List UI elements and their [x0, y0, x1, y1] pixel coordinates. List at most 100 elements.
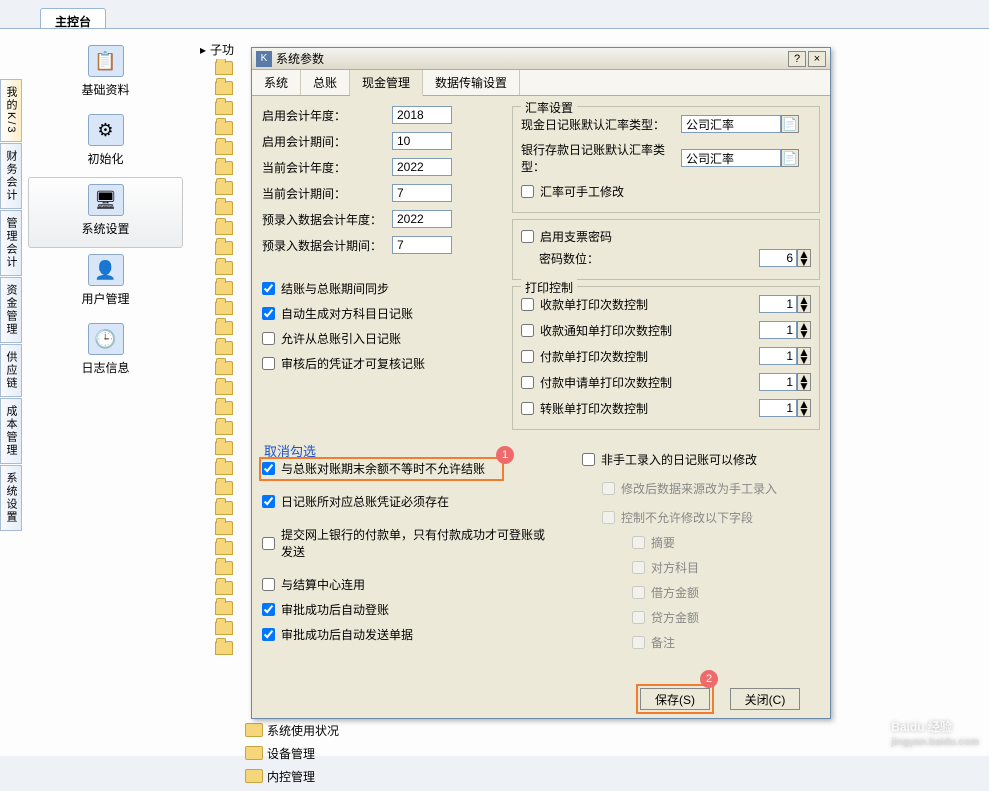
folder-icon[interactable] [215, 581, 233, 595]
chk-balance-mismatch-block[interactable] [262, 462, 275, 475]
chk-print-transfer[interactable] [521, 402, 534, 415]
spinner-buttons[interactable]: ▲▼ [797, 399, 811, 417]
chk-enable-cheque-pwd[interactable] [521, 230, 534, 243]
bank-rate-combo[interactable] [681, 149, 781, 167]
tree-item-internal[interactable]: 内控管理 [245, 768, 339, 785]
side-tab-finance[interactable]: 财务会计 [0, 143, 22, 209]
side-tab-mgmt-acct[interactable]: 管理会计 [0, 210, 22, 276]
nav-log[interactable]: 🕒日志信息 [28, 317, 183, 386]
spinner-buttons[interactable]: ▲▼ [797, 347, 811, 365]
lookup-button[interactable]: 📄 [781, 149, 799, 167]
help-button[interactable]: ? [788, 51, 806, 67]
close-button[interactable]: × [808, 51, 826, 67]
side-tab-my-k3[interactable]: 我的K/3 [0, 79, 22, 142]
chk-print-payment-req[interactable] [521, 376, 534, 389]
folder-icon[interactable] [215, 181, 233, 195]
folder-icon[interactable] [215, 621, 233, 635]
nav-basic-data[interactable]: 📋基础资料 [28, 39, 183, 108]
log-icon: 🕒 [88, 323, 124, 355]
chk-field-opposite [632, 561, 645, 574]
folder-icon[interactable] [215, 461, 233, 475]
spinner-buttons[interactable]: ▲▼ [797, 295, 811, 313]
nav-label: 用户管理 [28, 290, 183, 307]
folder-icon[interactable] [215, 281, 233, 295]
tab-system[interactable]: 系统 [252, 70, 301, 95]
pwd-digits-spinner[interactable] [759, 249, 797, 267]
side-tab-cost[interactable]: 成本管理 [0, 398, 22, 464]
print-count-spinner[interactable] [759, 321, 797, 339]
print-count-spinner[interactable] [759, 295, 797, 313]
chk-label: 付款单打印次数控制 [540, 348, 648, 365]
folder-icon[interactable] [215, 501, 233, 515]
chk-print-payment[interactable] [521, 350, 534, 363]
spinner-buttons[interactable]: ▲▼ [797, 373, 811, 391]
tree-item-usage[interactable]: 系统使用状况 [245, 722, 339, 739]
dialog-titlebar[interactable]: K 系统参数 ? × [252, 48, 830, 70]
folder-icon[interactable] [215, 481, 233, 495]
chk-print-receipt[interactable] [521, 298, 534, 311]
side-tab-fund[interactable]: 资金管理 [0, 277, 22, 343]
side-tab-supply[interactable]: 供应链 [0, 344, 22, 397]
folder-icon[interactable] [215, 561, 233, 575]
chk-audit-before-post[interactable] [262, 357, 275, 370]
folder-icon[interactable] [215, 541, 233, 555]
folder-icon[interactable] [215, 401, 233, 415]
tab-cash-mgmt[interactable]: 现金管理 [350, 70, 423, 96]
chk-label: 付款申请单打印次数控制 [540, 374, 672, 391]
spinner-buttons[interactable]: ▲▼ [797, 321, 811, 339]
tab-data-transfer[interactable]: 数据传输设置 [423, 70, 520, 95]
close-dialog-button[interactable]: 关闭(C) [730, 688, 800, 710]
tab-ledger[interactable]: 总账 [301, 70, 350, 95]
folder-icon[interactable] [215, 241, 233, 255]
nav-init[interactable]: ⚙初始化 [28, 108, 183, 177]
print-count-spinner[interactable] [759, 399, 797, 417]
chk-sync-period[interactable] [262, 282, 275, 295]
chk-allow-import[interactable] [262, 332, 275, 345]
cash-rate-combo[interactable] [681, 115, 781, 133]
chk-auto-post-after-approve[interactable] [262, 603, 275, 616]
chk-print-receipt-notice[interactable] [521, 324, 534, 337]
folder-icon[interactable] [215, 261, 233, 275]
print-count-spinner[interactable] [759, 347, 797, 365]
folder-icon[interactable] [215, 441, 233, 455]
folder-icon[interactable] [215, 121, 233, 135]
tree-root[interactable]: 子功 [200, 41, 234, 58]
chk-auto-send-after-approve[interactable] [262, 628, 275, 641]
nav-system-settings[interactable]: 🖥系统设置 [28, 177, 183, 248]
folder-icon[interactable] [215, 321, 233, 335]
folder-icon[interactable] [215, 141, 233, 155]
folder-icon[interactable] [215, 341, 233, 355]
folder-icon[interactable] [215, 101, 233, 115]
folder-icon[interactable] [215, 381, 233, 395]
chk-field-credit [632, 611, 645, 624]
folder-icon[interactable] [215, 221, 233, 235]
chk-label: 修改后数据来源改为手工录入 [621, 480, 777, 497]
folder-icon[interactable] [215, 641, 233, 655]
nav-user-mgmt[interactable]: 👤 用户管理 [28, 248, 183, 317]
folder-icon[interactable] [215, 421, 233, 435]
user-mgmt-icon: 👤 [88, 254, 124, 286]
chk-voucher-must-exist[interactable] [262, 495, 275, 508]
chk-non-manual-editable[interactable] [582, 453, 595, 466]
print-count-spinner[interactable] [759, 373, 797, 391]
chk-auto-gen-journal[interactable] [262, 307, 275, 320]
folder-icon[interactable] [215, 81, 233, 95]
preentry-year-field: 2022 [392, 210, 452, 228]
chk-manual-rate[interactable] [521, 185, 534, 198]
folder-icon[interactable] [215, 161, 233, 175]
folder-icon[interactable] [215, 521, 233, 535]
folder-icon[interactable] [215, 301, 233, 315]
folder-icon[interactable] [215, 201, 233, 215]
tree-item-device[interactable]: 设备管理 [245, 745, 339, 762]
folder-icon[interactable] [215, 601, 233, 615]
side-tab-sys[interactable]: 系统设置 [0, 465, 22, 531]
folder-icon[interactable] [215, 61, 233, 75]
folder-icon[interactable] [215, 361, 233, 375]
chk-settlement-center[interactable] [262, 578, 275, 591]
spinner-buttons[interactable]: ▲▼ [797, 249, 811, 267]
content-area: 我的K/3 财务会计 管理会计 资金管理 供应链 成本管理 系统设置 📋基础资料… [0, 28, 989, 756]
lookup-button[interactable]: 📄 [781, 115, 799, 133]
label: 启用会计期间： [262, 133, 392, 150]
chk-online-bank-success[interactable] [262, 537, 275, 550]
chk-label: 转账单打印次数控制 [540, 400, 648, 417]
